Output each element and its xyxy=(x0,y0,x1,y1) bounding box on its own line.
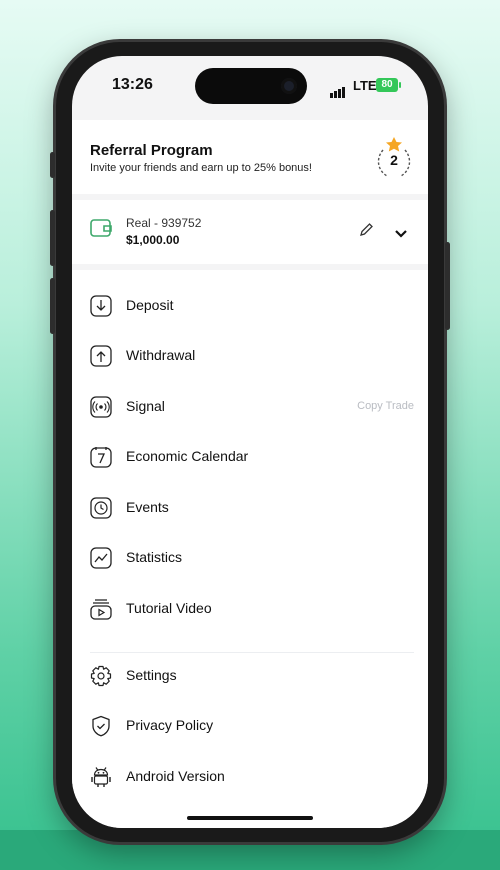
account-name: Real - 939752 xyxy=(126,216,202,230)
battery-icon: 80 xyxy=(376,78,401,92)
menu-item-label: Deposit xyxy=(126,297,174,313)
power-button xyxy=(445,242,450,330)
phone-frame: 13:26 LTE 80 Referral Program Invite you… xyxy=(50,42,450,842)
referral-subtitle: Invite your friends and earn up to 25% b… xyxy=(90,162,312,174)
status-bar: 13:26 LTE 80 xyxy=(72,56,428,120)
statistics-icon xyxy=(90,547,112,569)
menu-item-tutorial-video[interactable]: Tutorial Video xyxy=(90,589,414,629)
referral-banner[interactable]: Referral Program Invite your friends and… xyxy=(72,120,428,194)
network-type: LTE xyxy=(353,78,377,93)
menu-item-privacy-policy[interactable]: Privacy Policy xyxy=(90,706,414,746)
menu-item-deposit[interactable]: Deposit xyxy=(90,286,414,326)
menu-item-label: Privacy Policy xyxy=(126,717,214,733)
menu-item-label: Settings xyxy=(126,667,177,683)
home-indicator[interactable] xyxy=(187,816,313,820)
tutorial-video-icon xyxy=(90,598,112,620)
chevron-down-icon[interactable] xyxy=(394,226,408,244)
android-icon xyxy=(90,766,112,788)
menu-item-label: Economic Calendar xyxy=(126,448,249,464)
status-time: 13:26 xyxy=(112,76,153,93)
withdrawal-icon xyxy=(90,345,112,367)
copy-trade-tag[interactable]: Copy Trade xyxy=(357,400,414,412)
wallet-icon xyxy=(90,218,112,243)
menu-item-withdrawal[interactable]: Withdrawal xyxy=(90,336,414,376)
camera-icon xyxy=(281,78,297,94)
edit-icon[interactable] xyxy=(358,222,374,243)
phone-screen: 13:26 LTE 80 Referral Program Invite you… xyxy=(72,56,428,828)
menu-item-settings[interactable]: Settings xyxy=(90,656,414,696)
cellular-signal-icon xyxy=(330,80,346,98)
account-selector[interactable]: Real - 939752 $1,000.00 xyxy=(72,200,428,264)
privacy-icon xyxy=(90,715,112,737)
dynamic-island xyxy=(195,68,307,104)
phone-side-button xyxy=(50,152,55,178)
account-balance: $1,000.00 xyxy=(126,233,180,247)
referral-level-badge[interactable]: 2 xyxy=(370,134,418,182)
menu-item-android-version[interactable]: Android Version xyxy=(90,757,414,797)
menu-item-label: Android Version xyxy=(126,768,225,784)
deposit-icon xyxy=(90,295,112,317)
volume-down-button xyxy=(50,278,55,334)
referral-level: 2 xyxy=(390,152,398,168)
menu-item-label: Statistics xyxy=(126,549,183,565)
menu-item-label: Tutorial Video xyxy=(126,600,212,616)
signal-icon xyxy=(90,396,112,418)
menu-item-economic-calendar[interactable]: Economic Calendar xyxy=(90,437,414,477)
menu-item-events[interactable]: Events xyxy=(90,488,414,528)
menu-item-statistics[interactable]: Statistics xyxy=(90,538,414,578)
menu-item-label: Withdrawal xyxy=(126,347,196,363)
star-icon xyxy=(386,137,402,152)
referral-title: Referral Program xyxy=(90,142,213,159)
menu-item-signal[interactable]: Signal Copy Trade xyxy=(90,387,414,427)
side-menu: Deposit Withdrawal Signal Copy Trade Eco… xyxy=(72,270,428,828)
settings-icon xyxy=(90,665,112,687)
menu-item-label: Events xyxy=(126,499,169,515)
events-icon xyxy=(90,497,112,519)
volume-up-button xyxy=(50,210,55,266)
calendar-icon xyxy=(90,446,112,468)
menu-divider xyxy=(90,652,414,653)
menu-item-label: Signal xyxy=(126,398,165,414)
